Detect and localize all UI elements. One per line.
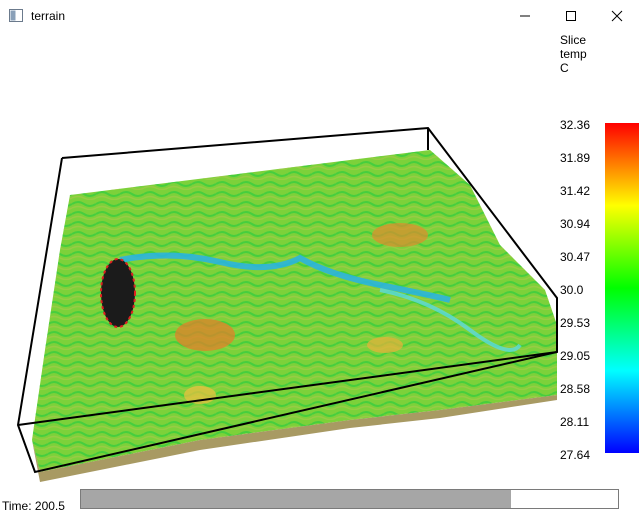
title-bar: terrain [0, 0, 640, 32]
time-progress-bar[interactable] [80, 489, 619, 509]
close-button[interactable] [594, 0, 640, 32]
colorbar-tick: 30.0 [560, 283, 584, 297]
colorbar-tick: 32.36 [560, 118, 591, 132]
warm-region-3 [367, 337, 403, 353]
warm-region-2 [372, 223, 428, 247]
terrain-viewport[interactable] [0, 32, 640, 487]
app-window-icon [9, 9, 23, 22]
colorbar-tick: 31.89 [560, 151, 591, 165]
warm-region-1 [175, 319, 235, 351]
slice-label-line1: Slice [560, 33, 587, 47]
colorbar-tick: 29.05 [560, 349, 591, 363]
colorbar-tick: 31.42 [560, 184, 591, 198]
slice-label-line2: temp [560, 47, 587, 61]
colorbar-tick: 27.64 [560, 448, 591, 462]
colorbar-tick: 29.53 [560, 316, 591, 330]
colorbar-tick: 30.94 [560, 217, 591, 231]
close-icon [611, 10, 623, 22]
color-scale-bar [605, 123, 639, 453]
time-progress-fill [81, 490, 511, 508]
slice-label-line3: C [560, 61, 569, 75]
colorbar-tick: 28.11 [560, 415, 590, 429]
maximize-button[interactable] [548, 0, 594, 32]
window-title: terrain [31, 9, 66, 23]
colorbar-tick: 30.47 [560, 250, 591, 264]
colorbar-tick: 28.58 [560, 382, 591, 396]
minimize-icon [520, 15, 530, 17]
minimize-button[interactable] [502, 0, 548, 32]
maximize-icon [566, 11, 576, 21]
time-readout: Time: 200.5 [2, 499, 65, 513]
